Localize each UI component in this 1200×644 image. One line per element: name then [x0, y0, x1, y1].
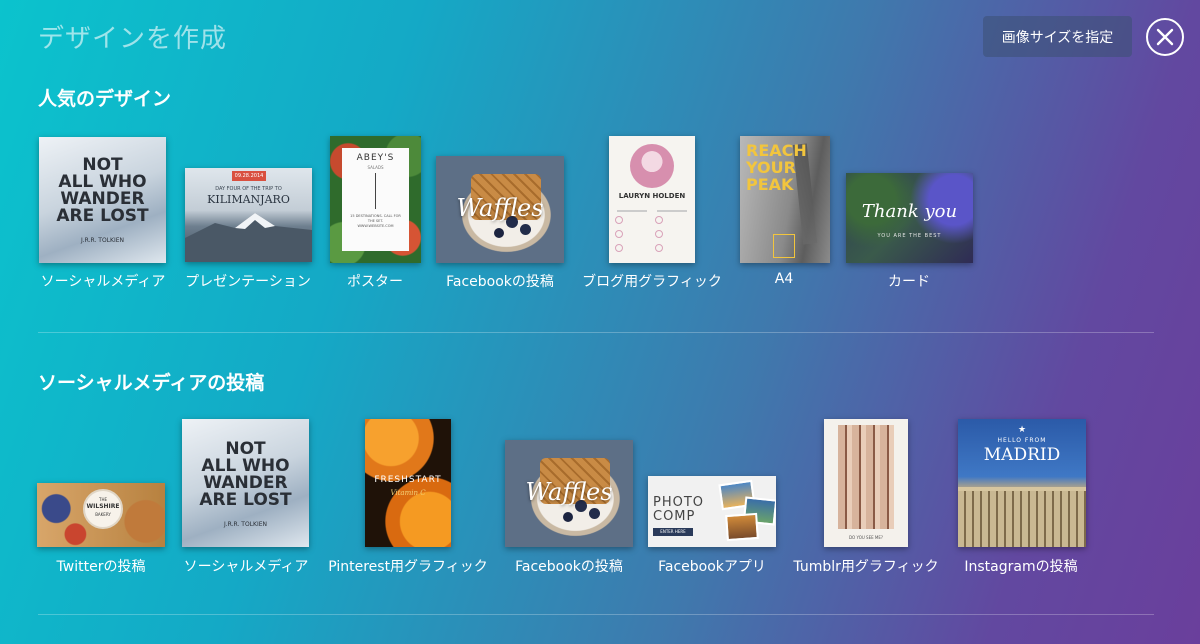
thumbnail-waffles: Waffles — [505, 440, 633, 547]
freshstart-sub: Vitamin C — [390, 489, 426, 497]
headline-line: REACH — [746, 141, 807, 160]
design-card-label: ブログ用グラフィック — [582, 274, 722, 290]
design-card-label: ソーシャルメディア — [40, 274, 166, 290]
thumbnail-reach-peak: REACH YOUR PEAK — [740, 136, 830, 263]
tumblr-caption: DO YOU SEE ME? — [848, 535, 884, 540]
bakery-sub: BAKERY — [95, 512, 111, 517]
thumbnail-thank-you: Thank you YOU ARE THE BEST — [846, 173, 973, 263]
madrid-title: MADRID — [983, 445, 1061, 465]
design-card-label: Facebookアプリ — [658, 559, 766, 575]
date-tag: 09.28.2014 — [232, 171, 266, 181]
design-card-label: Twitterの投稿 — [56, 559, 146, 575]
close-icon — [1156, 28, 1174, 46]
design-card-label: Facebookの投稿 — [446, 274, 554, 290]
thumbnail-kilimanjaro: 09.28.2014 DAY FOUR OF THE TRIP TO KILIM… — [185, 168, 312, 262]
thumbnail-bakery: THE WILSHIRE BAKERY — [37, 483, 165, 547]
thumbnail-freshstart: FRESHSTART Vitamin C — [365, 419, 451, 547]
design-card-label: カード — [888, 274, 930, 290]
headline-line: PEAK — [746, 175, 794, 194]
poster-name: ABEY'S — [356, 153, 395, 163]
freshstart-title: FRESHSTART — [374, 475, 442, 485]
page-title: デザインを作成 — [38, 24, 228, 54]
design-card-label: ポスター — [347, 274, 403, 290]
section-title-social: ソーシャルメディアの投稿 — [38, 372, 265, 394]
photo-comp-line: COMP — [653, 509, 696, 524]
design-card-label: ソーシャルメディア — [183, 559, 309, 575]
close-button[interactable] — [1146, 18, 1184, 56]
thumbnail-waffles: Waffles — [436, 156, 564, 263]
design-card-label: A4 — [774, 271, 794, 287]
thank-you-script: Thank you — [861, 201, 958, 222]
poster-sub: SALADS — [367, 165, 384, 170]
poster-text: 15 DESTINATIONS. CALL FOR THE SET. WWW.W… — [350, 214, 401, 228]
slide-title: KILIMANJARO — [207, 193, 290, 206]
thumbnail-quote: NOT ALL WHO WANDER ARE LOST J.R.R. TOLKI… — [182, 419, 309, 547]
design-card-label: Facebookの投稿 — [515, 559, 623, 575]
resume-name: LAURYN HOLDEN — [618, 192, 686, 200]
design-card-label: プレゼンテーション — [185, 274, 311, 290]
thumbnail-portrait: DO YOU SEE ME? — [824, 419, 908, 547]
star-icon: ★ — [1017, 425, 1027, 435]
design-card-label: Instagramの投稿 — [964, 559, 1078, 575]
bakery-name: WILSHIRE — [86, 503, 120, 510]
design-card-label: Pinterest用グラフィック — [328, 559, 488, 575]
quote-line: ARE LOST — [56, 206, 149, 226]
quote-line: ARE LOST — [199, 490, 292, 510]
thumbnail-quote: NOT ALL WHO WANDER ARE LOST J.R.R. TOLKI… — [39, 137, 166, 263]
bakery-small: THE — [99, 497, 107, 502]
madrid-small: HELLO FROM — [997, 437, 1047, 444]
thumbnail-salad: ABEY'S SALADS 15 DESTINATIONS. CALL FOR … — [330, 136, 421, 263]
custom-size-button[interactable]: 画像サイズを指定 — [983, 16, 1132, 57]
quote-author: J.R.R. TOLKIEN — [80, 237, 125, 244]
waffles-script: Waffles — [525, 478, 613, 506]
section-divider — [38, 332, 1154, 333]
section-title-popular: 人気のデザイン — [38, 88, 172, 110]
thumbnail-madrid: ★ HELLO FROM MADRID — [958, 419, 1086, 547]
headline-line: YOUR — [746, 158, 796, 177]
design-card-label: Tumblr用グラフィック — [793, 559, 939, 575]
thumbnail-photo-comp: PHOTO COMP ENTER HERE — [648, 476, 776, 547]
quote-author: J.R.R. TOLKIEN — [223, 521, 268, 528]
section-divider — [38, 614, 1154, 615]
enter-here-tag: ENTER HERE — [653, 528, 693, 536]
thumbnail-resume: LAURYN HOLDEN — [609, 136, 695, 263]
thank-you-sub: YOU ARE THE BEST — [877, 233, 942, 239]
slide-subtitle: DAY FOUR OF THE TRIP TO — [215, 186, 282, 192]
photo-comp-line: PHOTO — [653, 495, 705, 510]
waffles-script: Waffles — [456, 194, 544, 222]
